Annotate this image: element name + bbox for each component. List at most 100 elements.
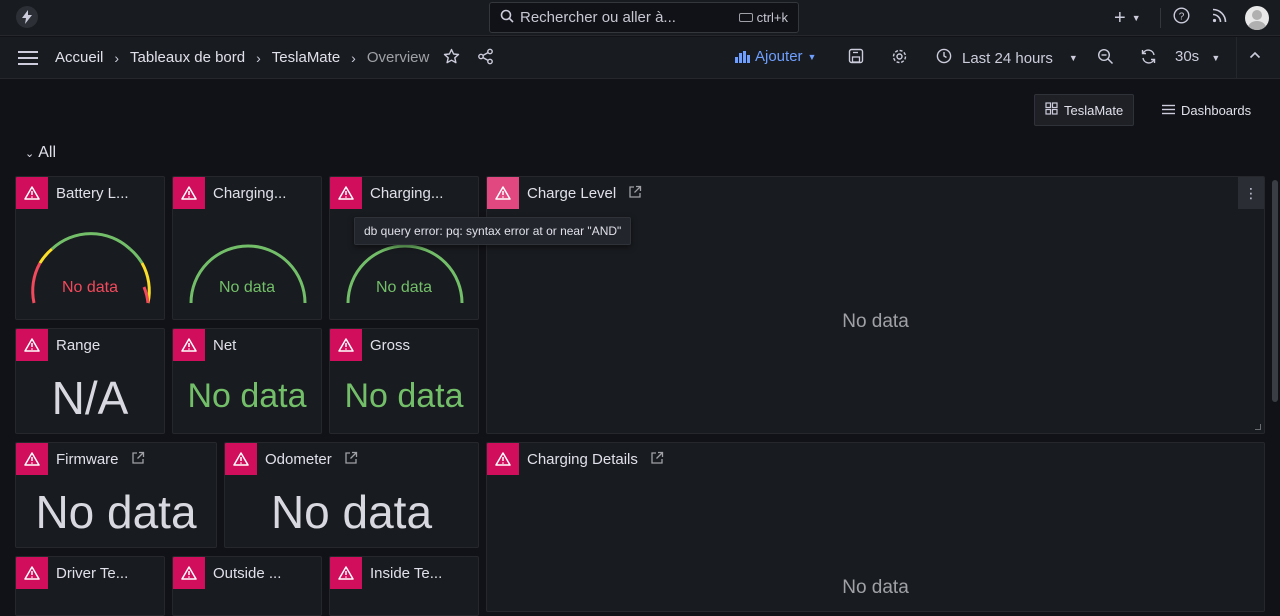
external-link-icon[interactable] [650, 451, 664, 468]
panel-title: Outside ... [213, 565, 282, 582]
panel-range[interactable]: Range N/A [15, 328, 165, 434]
dashboard-link-dashboards[interactable]: Dashboards [1152, 94, 1261, 126]
warning-icon[interactable] [16, 329, 48, 361]
breadcrumb-home[interactable]: Accueil [55, 49, 103, 66]
panel-value: N/A [51, 372, 129, 424]
panel-title: Driver Te... [56, 565, 129, 582]
chevron-up-icon[interactable] [1248, 47, 1262, 67]
breadcrumb-dashboards[interactable]: Tableaux de bord [130, 49, 245, 66]
panel-battery-level[interactable]: Battery L... No data [15, 176, 165, 320]
search-placeholder: Rechercher ou aller à... [520, 9, 676, 26]
refresh-icon[interactable] [1140, 48, 1157, 70]
panel-title: Net [213, 337, 237, 354]
warning-icon[interactable] [225, 443, 257, 475]
warning-icon[interactable] [16, 557, 48, 589]
error-tooltip: db query error: pq: syntax error at or n… [354, 217, 632, 245]
panel-value: No data [270, 486, 433, 538]
news-feed-icon[interactable] [1212, 8, 1227, 28]
panel-title: Inside Te... [370, 565, 443, 582]
external-link-icon[interactable] [628, 185, 642, 202]
menu-toggle-icon[interactable] [18, 51, 38, 65]
warning-icon[interactable] [173, 329, 205, 361]
dashboard-link-label: TeslaMate [1064, 102, 1124, 118]
zoom-out-icon[interactable] [1097, 48, 1114, 70]
nav-bar: Accueil › Tableaux de bord › TeslaMate ›… [0, 37, 1280, 79]
search-input[interactable]: Rechercher ou aller à... ctrl+k [489, 2, 799, 33]
warning-icon[interactable] [330, 557, 362, 589]
warning-icon[interactable] [16, 443, 48, 475]
warning-icon[interactable] [330, 329, 362, 361]
external-link-icon[interactable] [131, 451, 145, 468]
panel-value: No data [842, 577, 909, 598]
panel-title: Battery L... [56, 185, 129, 202]
dashboard-link-label: Dashboards [1181, 102, 1252, 118]
search-shortcut: ctrl+k [756, 10, 788, 25]
chevron-down-icon: ⌄ [25, 147, 35, 160]
panel-value: No data [344, 377, 464, 415]
panel-value: No data [187, 377, 307, 415]
resize-handle-icon[interactable] [1255, 424, 1261, 430]
help-icon[interactable]: ? [1173, 7, 1190, 29]
panel-title: Gross [370, 337, 411, 354]
breadcrumb-separator-icon: › [256, 49, 261, 66]
time-range-label: Last 24 hours [962, 49, 1053, 67]
breadcrumb-separator-icon: › [114, 49, 120, 66]
divider [1236, 37, 1237, 79]
keyboard-icon [738, 13, 753, 22]
panel-inside-temp[interactable]: Inside Te... [329, 556, 479, 616]
chevron-down-icon: ▼ [1068, 53, 1078, 63]
add-panel-button[interactable]: Ajouter ▼ [735, 48, 816, 65]
search-icon [500, 9, 514, 27]
panel-driver-temp[interactable]: Driver Te... [15, 556, 165, 616]
panel-gross[interactable]: Gross No data [329, 328, 479, 434]
save-icon[interactable] [848, 48, 864, 69]
divider [1160, 8, 1161, 28]
chevron-down-icon: ▼ [1211, 53, 1221, 63]
panel-title: Charge Level [527, 185, 617, 202]
add-panel-icon [735, 50, 750, 63]
warning-icon[interactable] [173, 177, 205, 209]
panel-net[interactable]: Net No data [172, 328, 322, 434]
apps-grid-icon [1045, 102, 1058, 118]
warning-icon[interactable] [173, 557, 205, 589]
warning-icon[interactable] [487, 443, 519, 475]
time-range-picker[interactable]: Last 24 hours ▼ [936, 48, 1078, 68]
add-label: Ajouter [755, 48, 803, 65]
warning-icon[interactable] [330, 177, 362, 209]
settings-gear-icon[interactable] [891, 48, 908, 70]
breadcrumb-separator-icon: › [351, 49, 356, 66]
warning-icon[interactable] [16, 177, 48, 209]
panel-charge-level[interactable]: Charge Level ⋮ No data [486, 176, 1265, 434]
panel-charging-details[interactable]: Charging Details No data [486, 442, 1265, 612]
chevron-down-icon[interactable]: ▼ [1132, 13, 1141, 23]
share-icon[interactable] [477, 48, 494, 70]
panel-charging-1[interactable]: Charging... No data [172, 176, 322, 320]
grafana-logo-icon[interactable] [16, 6, 38, 28]
breadcrumb-folder[interactable]: TeslaMate [272, 49, 340, 66]
panel-title: Charging Details [527, 451, 638, 468]
row-title: All [38, 144, 56, 161]
refresh-interval-picker[interactable]: 30s ▼ [1175, 48, 1220, 65]
clock-icon [936, 48, 952, 68]
new-plus-icon[interactable]: + [1114, 7, 1126, 30]
row-toggle[interactable]: ⌄ All [25, 144, 56, 162]
chevron-down-icon: ▼ [807, 51, 817, 62]
user-avatar[interactable] [1245, 6, 1269, 30]
panel-value: No data [218, 279, 276, 296]
panel-menu-icon[interactable]: ⋮ [1238, 177, 1264, 209]
star-icon[interactable] [443, 48, 460, 70]
bars-icon [1162, 103, 1175, 118]
dashboard-link-teslamate[interactable]: TeslaMate [1034, 94, 1135, 126]
warning-icon[interactable] [487, 177, 519, 209]
external-link-icon[interactable] [344, 451, 358, 468]
top-bar: Rechercher ou aller à... ctrl+k + ▼ ? [0, 0, 1280, 36]
scrollbar[interactable] [1272, 180, 1278, 402]
panel-value: No data [61, 279, 119, 296]
panel-charging-2[interactable]: Charging... No data [329, 176, 479, 320]
panel-odometer[interactable]: Odometer No data [224, 442, 479, 548]
panel-firmware[interactable]: Firmware No data [15, 442, 217, 548]
breadcrumb: Accueil › Tableaux de bord › TeslaMate ›… [55, 49, 429, 66]
gauge-arc [189, 244, 307, 304]
panel-outside-temp[interactable]: Outside ... [172, 556, 322, 616]
panel-title: Firmware [56, 451, 119, 468]
